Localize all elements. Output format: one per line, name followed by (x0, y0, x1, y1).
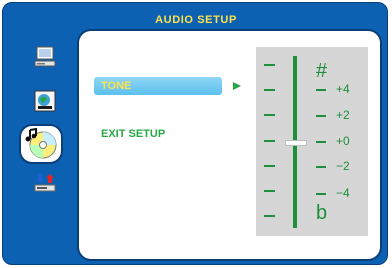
arrow-right-icon (233, 82, 241, 90)
menu-item-exit-setup[interactable]: EXIT SETUP (101, 128, 165, 140)
level-label: −4 (336, 186, 350, 200)
scale-tick (264, 165, 275, 167)
menu-item-tone[interactable]: TONE (94, 77, 222, 95)
page-title: AUDIO SETUP (155, 14, 237, 26)
scale-tick (264, 114, 275, 116)
scale-tick (264, 140, 275, 142)
scale-tick (264, 64, 275, 66)
scale-tick (264, 190, 275, 192)
level-tick (316, 166, 326, 168)
computer-icon[interactable] (34, 46, 56, 68)
preference-icon[interactable] (34, 172, 56, 194)
language-icon[interactable] (34, 90, 56, 112)
flat-symbol: b (316, 202, 328, 224)
level-tick (316, 141, 326, 143)
audio-disc-icon[interactable] (19, 124, 63, 164)
scale-tick (264, 215, 275, 217)
tone-slider-knob[interactable] (285, 140, 307, 146)
level-tick (316, 193, 326, 195)
level-tick (316, 115, 326, 117)
scale-tick (264, 89, 275, 91)
level-label: +4 (336, 82, 350, 96)
level-label: −2 (336, 159, 350, 173)
level-tick (316, 89, 326, 91)
menu-item-tone-label: TONE (101, 80, 132, 92)
sharp-symbol: # (316, 60, 328, 82)
level-label: +0 (336, 134, 350, 148)
level-label: +2 (336, 108, 350, 122)
